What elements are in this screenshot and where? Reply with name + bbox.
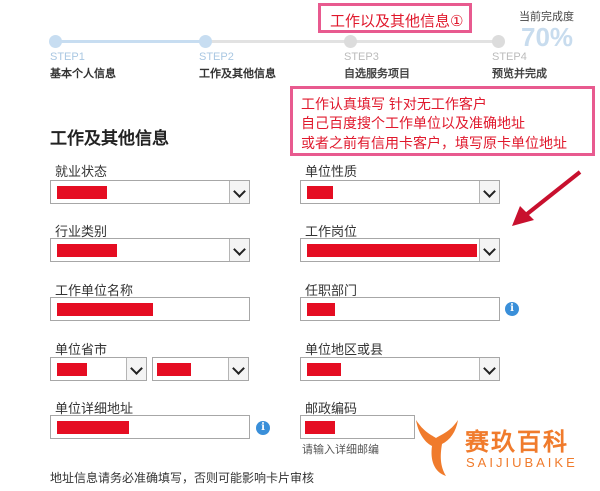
position-select[interactable] bbox=[300, 238, 500, 262]
district-select[interactable] bbox=[300, 357, 500, 381]
info-icon[interactable]: i bbox=[505, 302, 519, 316]
footer-note: 地址信息请务必准确填写，否则可能影响卡片审核 bbox=[50, 471, 315, 485]
redacted-value bbox=[307, 244, 477, 257]
redacted-value bbox=[57, 421, 129, 434]
redacted-value bbox=[57, 244, 117, 257]
city-select[interactable] bbox=[152, 357, 249, 381]
unit-nature-select[interactable] bbox=[300, 180, 500, 204]
annotation-top: 工作以及其他信息① bbox=[318, 3, 472, 33]
step-1-name: 基本个人信息 bbox=[50, 68, 116, 80]
redacted-value bbox=[57, 303, 153, 316]
step-3-dot bbox=[344, 35, 357, 48]
district-label: 单位地区或县 bbox=[305, 342, 384, 357]
info-icon[interactable]: i bbox=[256, 421, 270, 435]
annotation-line-3: 或者之前有信用卡客户，填写原卡单位地址 bbox=[301, 135, 567, 151]
redacted-value bbox=[307, 363, 341, 376]
step-1-dot bbox=[49, 35, 62, 48]
redacted-value bbox=[305, 421, 335, 434]
postcode-input[interactable] bbox=[300, 415, 415, 439]
step-4-name: 预览并完成 bbox=[492, 68, 547, 80]
province-select[interactable] bbox=[50, 357, 147, 381]
employment-status-label: 就业状态 bbox=[55, 164, 108, 179]
chevron-down-icon[interactable] bbox=[126, 358, 146, 380]
department-input[interactable] bbox=[300, 297, 500, 321]
step-3-number: STEP3 bbox=[344, 51, 379, 63]
watermark-logo-icon bbox=[416, 420, 458, 476]
step-2-dot bbox=[199, 35, 212, 48]
annotation-top-text: 工作以及其他信息① bbox=[330, 13, 464, 30]
company-name-input[interactable] bbox=[50, 297, 250, 321]
redacted-value bbox=[157, 363, 191, 376]
section-title: 工作及其他信息 bbox=[50, 129, 169, 148]
redacted-value bbox=[57, 186, 107, 199]
employment-status-select[interactable] bbox=[50, 180, 250, 204]
step-2-number: STEP2 bbox=[199, 51, 234, 63]
redacted-value bbox=[307, 186, 333, 199]
watermark-subtitle: SAIJIUBAIKE bbox=[466, 455, 578, 470]
redacted-value bbox=[307, 303, 335, 316]
chevron-down-icon[interactable] bbox=[479, 358, 499, 380]
province-city-label: 单位省市 bbox=[55, 342, 108, 357]
chevron-down-icon[interactable] bbox=[479, 181, 499, 203]
step-3-name: 自选服务项目 bbox=[344, 68, 410, 80]
chevron-down-icon[interactable] bbox=[479, 239, 499, 261]
annotation-box: 工作认真填写 针对无工作客户 自己百度搜个工作单位以及准确地址 或者之前有信用卡… bbox=[290, 86, 595, 156]
annotation-line-1: 工作认真填写 针对无工作客户 bbox=[301, 96, 487, 112]
step-1-number: STEP1 bbox=[50, 51, 85, 63]
redacted-value bbox=[57, 363, 87, 376]
unit-nature-label: 单位性质 bbox=[305, 164, 358, 179]
stepper-line-done bbox=[56, 40, 206, 43]
progress-value: 70% bbox=[521, 22, 574, 52]
address-input[interactable] bbox=[50, 415, 250, 439]
step-4-dot bbox=[492, 35, 505, 48]
step-2-name: 工作及其他信息 bbox=[199, 68, 276, 80]
annotation-line-2: 自己百度搜个工作单位以及准确地址 bbox=[301, 115, 525, 131]
annotation-arrow-icon bbox=[512, 170, 582, 226]
chevron-down-icon[interactable] bbox=[228, 358, 248, 380]
chevron-down-icon[interactable] bbox=[229, 239, 249, 261]
watermark-title: 赛玖百科 bbox=[465, 429, 569, 456]
postcode-hint: 请输入详细邮编 bbox=[302, 444, 379, 456]
step-4-number: STEP4 bbox=[492, 51, 527, 63]
chevron-down-icon[interactable] bbox=[229, 181, 249, 203]
industry-select[interactable] bbox=[50, 238, 250, 262]
